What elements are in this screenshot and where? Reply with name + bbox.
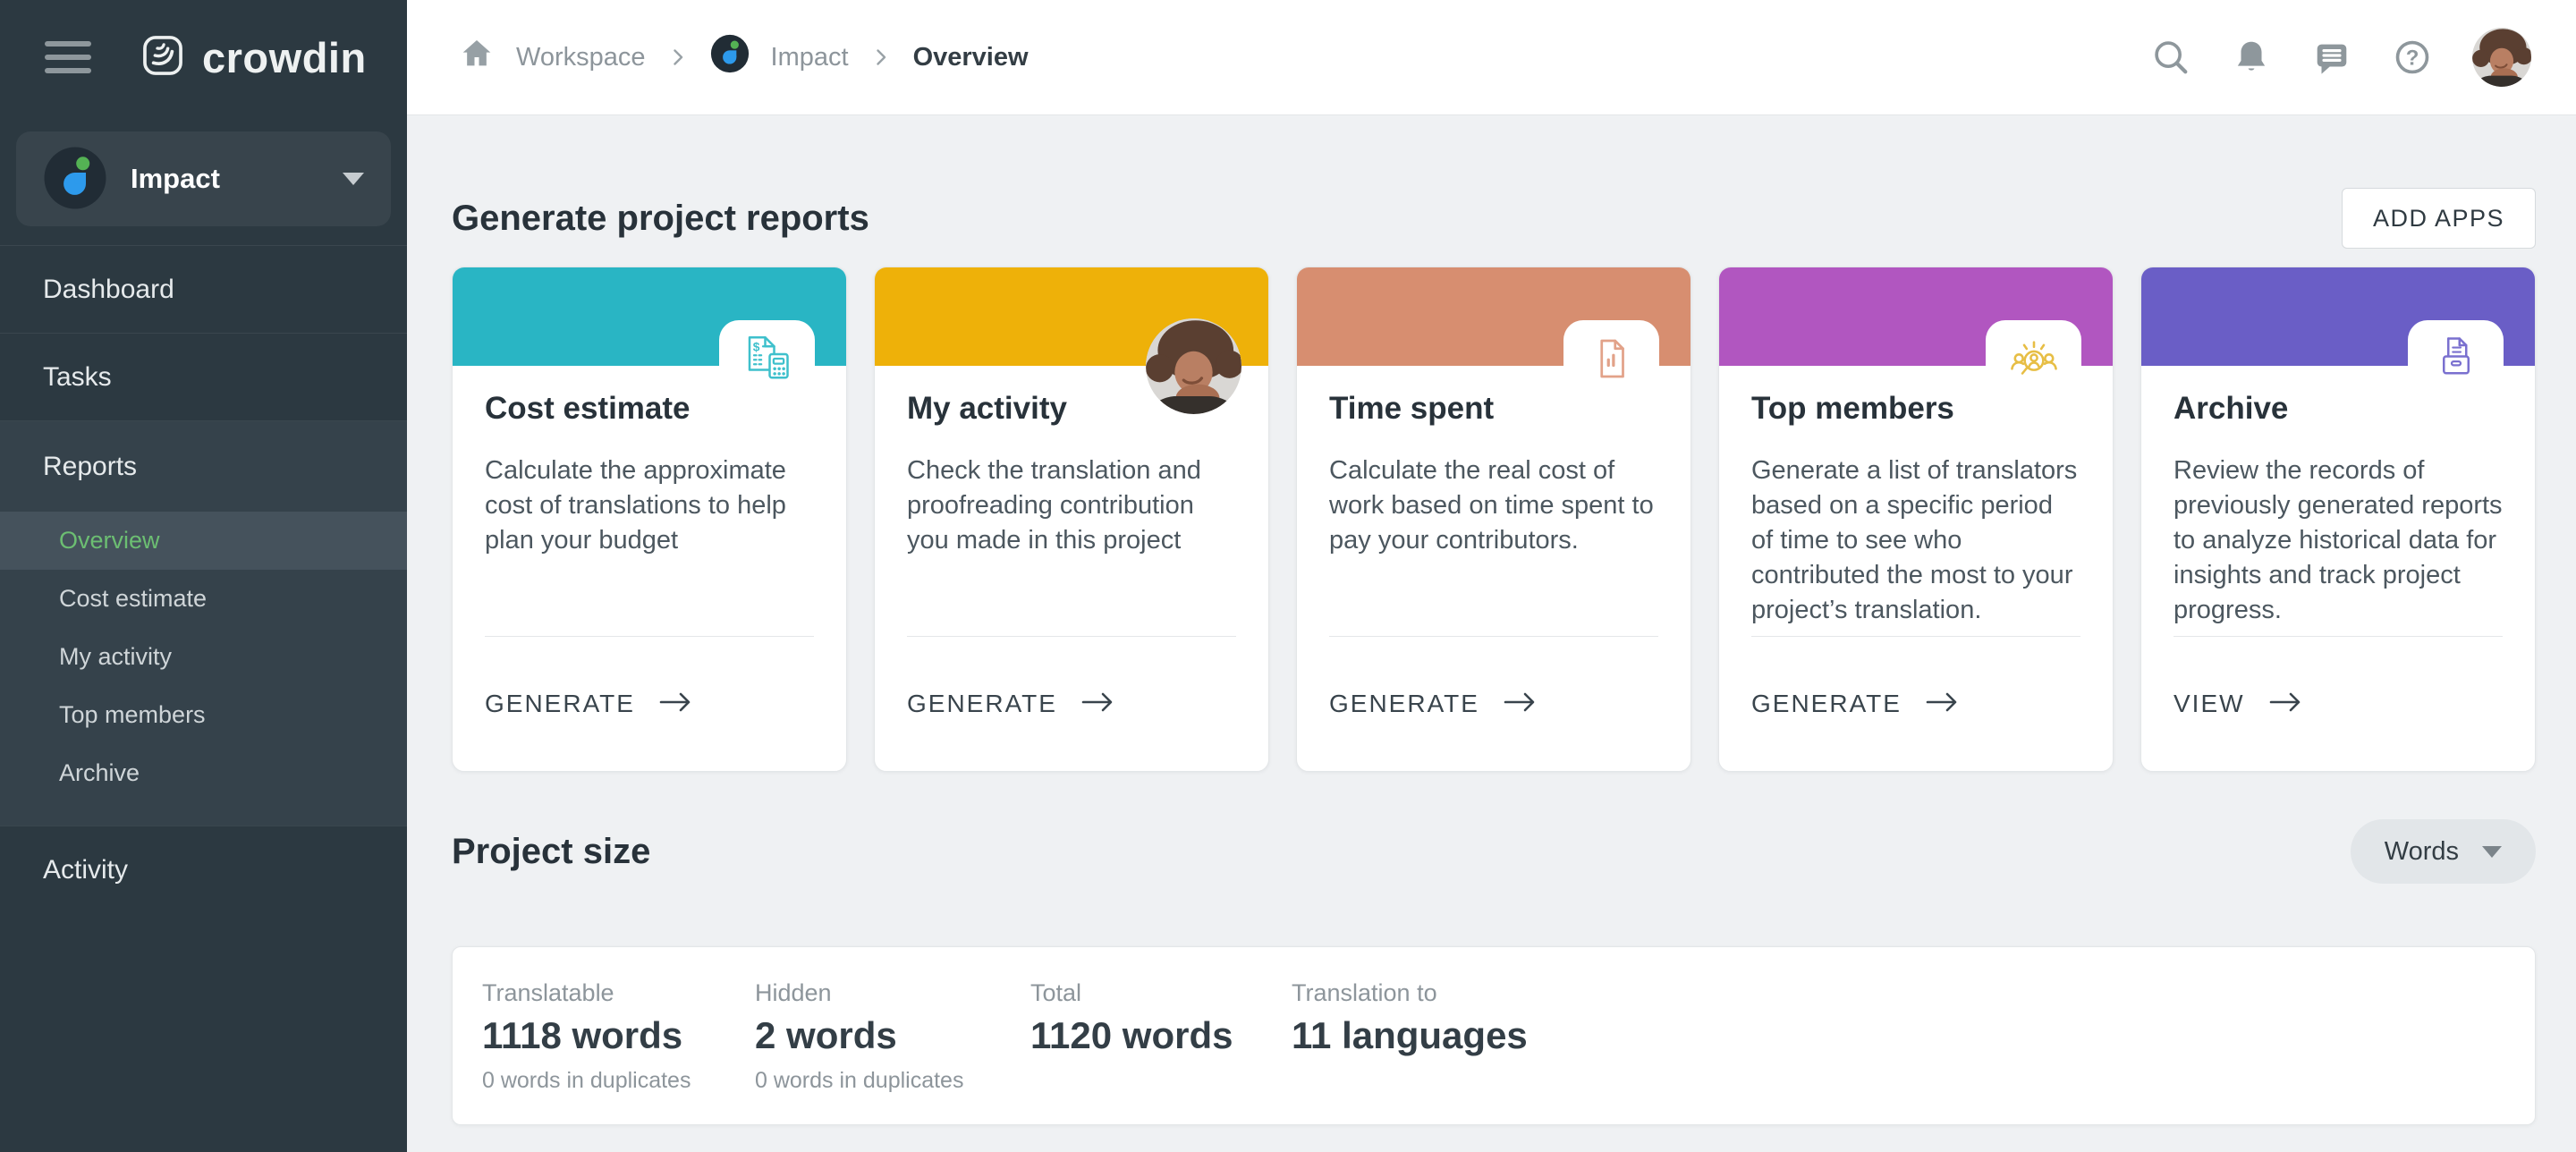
search-icon[interactable]: [2150, 37, 2191, 78]
breadcrumb-current: Overview: [913, 43, 1029, 72]
breadcrumb: Workspace Impact Overview: [459, 34, 1029, 80]
card-description: Calculate the real cost of work based on…: [1329, 453, 1658, 558]
generate-button[interactable]: GENERATE: [1329, 636, 1658, 771]
sidebar-subitem-archive[interactable]: Archive: [0, 744, 407, 802]
arrow-right-icon: [1503, 690, 1537, 718]
generate-button[interactable]: GENERATE: [485, 636, 814, 771]
project-size-title: Project size: [452, 832, 650, 872]
archive-box-icon: [2408, 332, 2504, 385]
arrow-right-icon: [658, 690, 692, 718]
help-icon[interactable]: ?: [2392, 37, 2433, 78]
stat-value: 11 languages: [1292, 1014, 1528, 1057]
project-logo-icon[interactable]: [710, 34, 750, 80]
crowdin-wordmark: crowdin: [202, 33, 367, 82]
stat-label: Hidden: [755, 979, 1030, 1007]
stat-subtext: 0 words in duplicates: [755, 1068, 1030, 1094]
crowdin-logo[interactable]: crowdin: [140, 32, 367, 83]
sidebar-item-activity[interactable]: Activity: [0, 826, 407, 913]
sidebar-subitem-cost-estimate[interactable]: Cost estimate: [0, 570, 407, 628]
report-cards: $ Cost estimate Calculate the approximat…: [452, 267, 2536, 772]
project-size-panel: Translatable 1118 words 0 words in dupli…: [452, 946, 2536, 1125]
arrow-right-icon: [2268, 690, 2302, 718]
card-title: Cost estimate: [485, 391, 814, 427]
stat-label: Translatable: [482, 979, 755, 1007]
card-title: Top members: [1751, 391, 2080, 427]
sidebar-reports-group: Reports Overview Cost estimate My activi…: [0, 421, 407, 826]
chevron-down-icon: [2482, 846, 2502, 858]
invoice-calculator-icon: $: [719, 332, 815, 385]
arrow-right-icon: [1925, 690, 1959, 718]
view-button[interactable]: VIEW: [2174, 636, 2503, 771]
sidebar-subitem-top-members[interactable]: Top members: [0, 686, 407, 744]
stat-label: Translation to: [1292, 979, 1528, 1007]
stat-value: 1120 words: [1030, 1014, 1292, 1057]
svg-text:?: ?: [2406, 46, 2419, 70]
chevron-right-icon: [667, 47, 689, 68]
menu-button[interactable]: [45, 41, 91, 73]
sidebar-subitem-overview[interactable]: Overview: [0, 512, 407, 570]
sidebar-item-dashboard[interactable]: Dashboard: [0, 246, 407, 334]
brand-area: crowdin: [0, 0, 407, 115]
stat-translation-to: Translation to 11 languages: [1292, 979, 1528, 1124]
stat-subtext: 0 words in duplicates: [482, 1068, 755, 1094]
breadcrumb-project[interactable]: Impact: [771, 43, 849, 72]
card-cost-estimate: $ Cost estimate Calculate the approximat…: [452, 267, 847, 772]
stat-hidden: Hidden 2 words 0 words in duplicates: [755, 979, 1030, 1124]
page-title: Generate project reports: [452, 199, 869, 239]
card-description: Calculate the approximate cost of transl…: [485, 453, 814, 558]
members-search-icon: [1986, 332, 2081, 387]
generate-button[interactable]: GENERATE: [1751, 636, 2080, 771]
card-description: Check the translation and proofreading c…: [907, 453, 1236, 558]
stat-value: 1118 words: [482, 1014, 755, 1057]
card-top-members: Top members Generate a list of translato…: [1718, 267, 2114, 772]
project-name: Impact: [131, 163, 220, 195]
project-selector[interactable]: Impact: [16, 131, 391, 226]
svg-text:$: $: [752, 340, 759, 353]
breadcrumb-workspace[interactable]: Workspace: [516, 43, 646, 72]
stat-label: Total: [1030, 979, 1292, 1007]
user-avatar-photo: [1146, 318, 1241, 414]
reports-header: Generate project reports ADD APPS: [452, 186, 2536, 250]
card-time-spent: Time spent Calculate the real cost of wo…: [1296, 267, 1691, 772]
stat-translatable: Translatable 1118 words 0 words in dupli…: [482, 979, 755, 1124]
sidebar-item-reports[interactable]: Reports: [0, 421, 407, 512]
stat-total: Total 1120 words: [1030, 979, 1292, 1124]
project-logo-icon: [43, 146, 107, 213]
notifications-icon[interactable]: [2231, 37, 2272, 78]
add-apps-button[interactable]: ADD APPS: [2342, 188, 2536, 249]
card-archive: Archive Review the records of previously…: [2140, 267, 2536, 772]
chevron-right-icon: [870, 47, 892, 68]
crowdin-logo-icon: [140, 32, 186, 83]
sidebar: Impact Dashboard Tasks Reports Overview …: [0, 114, 407, 1152]
main-content: Generate project reports ADD APPS $: [407, 114, 2576, 1152]
project-size-header: Project size Words: [452, 819, 2536, 884]
sidebar-nav: Dashboard Tasks Reports Overview Cost es…: [0, 246, 407, 913]
generate-button[interactable]: GENERATE: [907, 636, 1236, 771]
timesheet-icon: [1563, 332, 1659, 385]
user-avatar[interactable]: [2472, 28, 2531, 87]
arrow-right-icon: [1080, 690, 1114, 718]
chevron-down-icon: [343, 173, 364, 185]
sidebar-item-tasks[interactable]: Tasks: [0, 334, 407, 421]
card-title: Archive: [2174, 391, 2503, 427]
stat-value: 2 words: [755, 1014, 1030, 1057]
sidebar-subitem-my-activity[interactable]: My activity: [0, 628, 407, 686]
topbar: crowdin Workspace: [0, 0, 2576, 115]
card-description: Review the records of previously generat…: [2174, 453, 2503, 628]
home-icon[interactable]: [459, 36, 495, 79]
card-description: Generate a list of translators based on …: [1751, 453, 2080, 628]
card-title: Time spent: [1329, 391, 1658, 427]
topbar-actions: ?: [2150, 28, 2576, 87]
crowdin-app: crowdin Workspace: [0, 0, 2576, 1152]
card-my-activity: My activity Check the translation and pr…: [874, 267, 1269, 772]
units-dropdown[interactable]: Words: [2351, 819, 2536, 884]
messages-icon[interactable]: [2311, 37, 2352, 78]
